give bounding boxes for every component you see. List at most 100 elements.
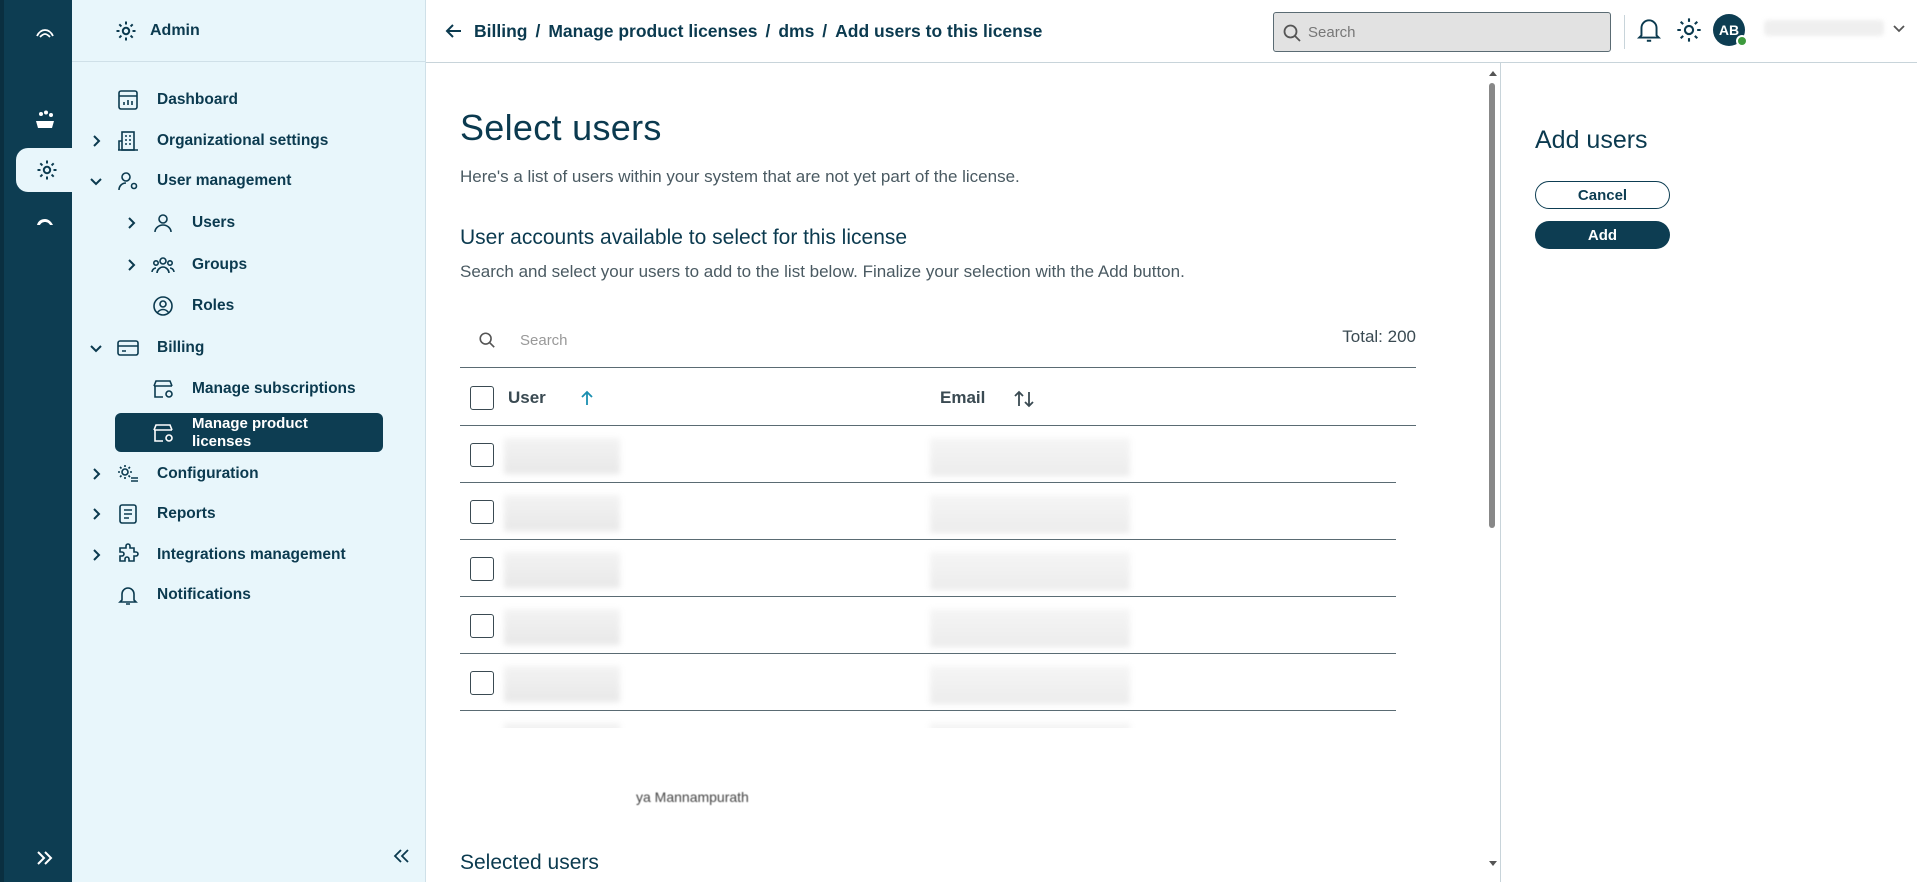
main-scrollbar[interactable]	[1486, 63, 1500, 882]
config-gear-icon	[118, 465, 138, 482]
sidebar-title: Admin	[150, 21, 200, 39]
expand-rail-icon[interactable]	[14, 836, 76, 880]
global-search-input[interactable]	[1308, 21, 1598, 43]
row-checkbox[interactable]	[470, 671, 494, 695]
gear-icon	[116, 21, 136, 40]
user-email-redacted	[930, 495, 1130, 533]
admin-sidebar: Admin Dashboard Organizational settings …	[72, 0, 426, 882]
brand-logo-icon[interactable]	[14, 12, 76, 56]
cloud-icon[interactable]	[14, 200, 76, 244]
breadcrumb-dms[interactable]: dms	[778, 21, 814, 41]
sidebar-item-organizational-settings[interactable]: Organizational settings	[72, 123, 426, 159]
search-icon	[479, 332, 495, 348]
table-row[interactable]	[460, 711, 1396, 728]
user-email-redacted	[930, 552, 1130, 590]
settings-gear-icon[interactable]	[1675, 16, 1703, 44]
sidebar-item-label: User management	[157, 172, 292, 189]
add-button[interactable]: Add	[1535, 221, 1670, 249]
online-status-dot	[1736, 35, 1748, 47]
sidebar-item-label: Manage subscriptions	[192, 380, 356, 397]
user-name-redacted	[504, 438, 620, 474]
header-divider	[1624, 15, 1625, 49]
group-icon	[151, 257, 175, 274]
sidebar-item-label: Roles	[192, 297, 235, 314]
back-arrow-icon[interactable]	[444, 21, 464, 41]
global-search[interactable]	[1273, 12, 1611, 52]
sidebar-item-label: Integrations management	[157, 546, 346, 563]
sidebar-item-roles[interactable]: Roles	[72, 288, 426, 324]
store-settings-icon	[153, 380, 173, 398]
sidebar-item-groups[interactable]: Groups	[72, 247, 426, 283]
cancel-button[interactable]: Cancel	[1535, 181, 1670, 209]
row-checkbox[interactable]	[470, 500, 494, 524]
sort-ascending-icon[interactable]	[578, 389, 596, 407]
sidebar-item-dashboard[interactable]: Dashboard	[72, 82, 426, 118]
table-body	[460, 426, 1416, 728]
sidebar-item-reports[interactable]: Reports	[72, 496, 426, 532]
sidebar-item-integrations-management[interactable]: Integrations management	[72, 537, 426, 573]
user-email-redacted	[930, 438, 1130, 476]
collapse-sidebar-icon[interactable]	[391, 846, 411, 866]
sidebar-item-manage-product-licenses[interactable]: Manage product licenses	[72, 414, 426, 452]
user-icon	[154, 214, 172, 233]
sidebar-item-billing[interactable]: Billing	[72, 330, 426, 366]
top-header: Billing / Manage product licenses / dms / Add …	[426, 0, 1917, 63]
main-content: Select users Here's a list of users with…	[426, 63, 1500, 882]
user-email-redacted	[930, 723, 1130, 728]
column-header-user[interactable]: User	[508, 388, 546, 408]
table-row[interactable]	[460, 483, 1396, 540]
table-search[interactable]: Total: 200	[460, 313, 1416, 368]
row-checkbox[interactable]	[470, 557, 494, 581]
chevron-right-icon[interactable]	[124, 216, 138, 230]
breadcrumb-manage-product-licenses[interactable]: Manage product licenses	[548, 21, 757, 41]
page-title: Select users	[460, 107, 662, 148]
sidebar-item-label: Users	[192, 214, 236, 231]
report-icon	[119, 504, 137, 524]
puzzle-icon	[119, 543, 139, 562]
breadcrumb-billing[interactable]: Billing	[474, 21, 527, 41]
table-row[interactable]	[460, 654, 1396, 711]
scroll-down-icon[interactable]	[1488, 858, 1498, 868]
table-row[interactable]	[460, 540, 1396, 597]
scroll-up-icon[interactable]	[1488, 69, 1498, 79]
sort-icon[interactable]	[1013, 389, 1035, 409]
table-row[interactable]	[460, 426, 1396, 483]
select-all-checkbox[interactable]	[470, 386, 494, 410]
column-header-email[interactable]: Email	[940, 388, 985, 408]
row-checkbox[interactable]	[470, 614, 494, 638]
chevron-right-icon[interactable]	[89, 467, 103, 481]
sidebar-item-label: Dashboard	[157, 91, 238, 108]
chevron-right-icon[interactable]	[89, 548, 103, 562]
chevron-down-icon[interactable]	[89, 174, 103, 188]
sidebar-item-notifications[interactable]: Notifications	[72, 577, 426, 613]
chevron-right-icon[interactable]	[89, 134, 103, 148]
wave-hand-icon[interactable]	[14, 98, 76, 142]
chevron-down-icon[interactable]	[89, 341, 103, 355]
add-users-panel: Add users Cancel Add	[1500, 63, 1917, 882]
settings-rail-icon[interactable]	[16, 148, 78, 192]
chevron-down-icon[interactable]	[1891, 20, 1907, 36]
credit-card-icon	[117, 340, 139, 356]
main-scroll-thumb[interactable]	[1489, 83, 1495, 528]
user-name-redacted	[504, 495, 620, 531]
sidebar-item-user-management[interactable]: User management	[72, 163, 426, 199]
sidebar-item-label: Organizational settings	[157, 132, 329, 149]
icon-rail	[0, 0, 78, 882]
sidebar-item-label: Configuration	[157, 465, 259, 482]
table-row[interactable]	[460, 597, 1396, 654]
sidebar-item-label: Notifications	[157, 586, 251, 603]
chevron-right-icon[interactable]	[124, 258, 138, 272]
chevron-right-icon[interactable]	[89, 507, 103, 521]
user-name-redacted[interactable]	[1764, 20, 1884, 36]
sidebar-item-manage-subscriptions[interactable]: Manage subscriptions	[72, 371, 426, 407]
section-description: Search and select your users to add to t…	[460, 262, 1185, 281]
row-checkbox[interactable]	[470, 443, 494, 467]
search-icon	[1283, 24, 1301, 42]
notifications-bell-icon[interactable]	[1636, 16, 1662, 44]
table-search-input[interactable]	[520, 329, 1020, 351]
breadcrumb: Billing / Manage product licenses / dms / Add …	[474, 21, 1043, 41]
sidebar-item-configuration[interactable]: Configuration	[72, 456, 426, 492]
role-icon	[153, 296, 173, 316]
sidebar-item-label: Billing	[157, 339, 205, 356]
sidebar-item-users[interactable]: Users	[72, 205, 426, 241]
